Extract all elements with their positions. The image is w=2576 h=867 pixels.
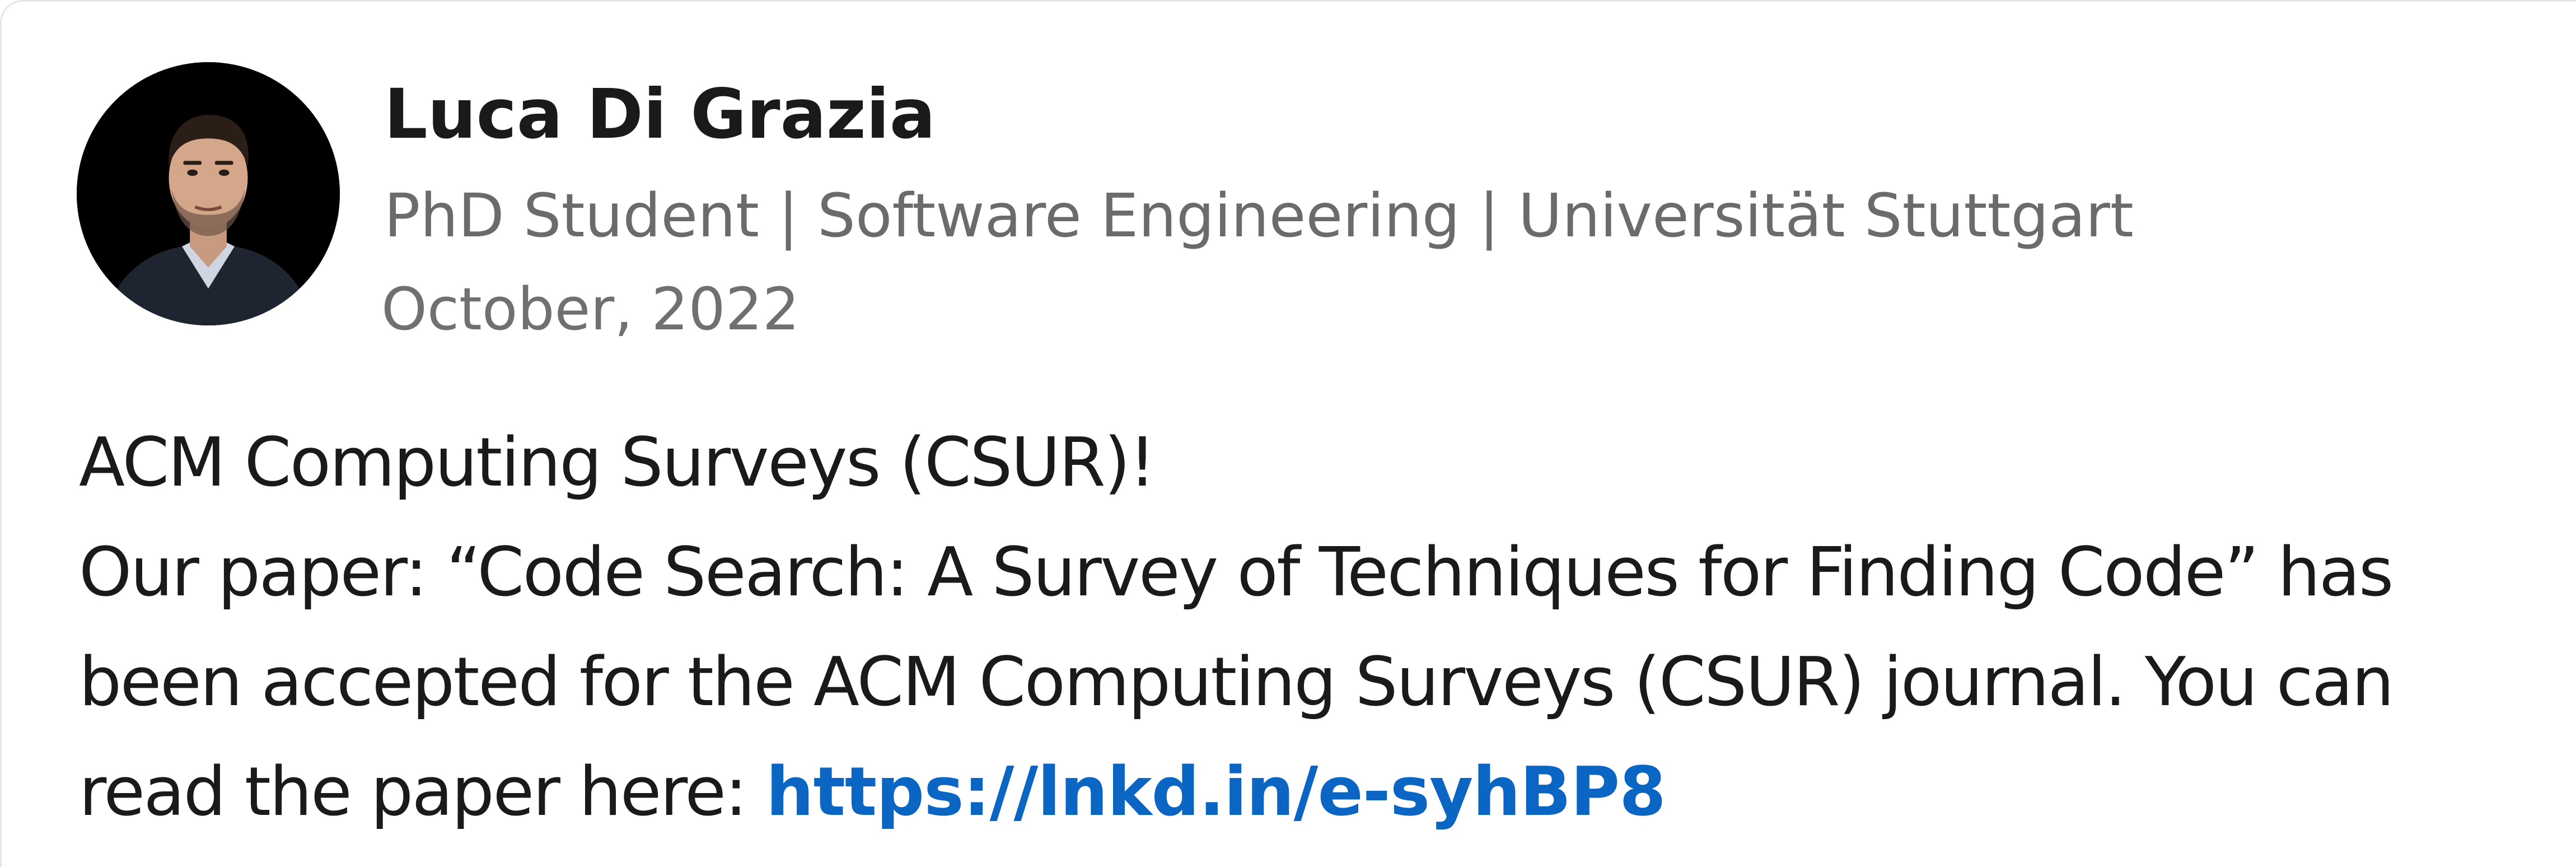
author-avatar[interactable] xyxy=(77,62,340,325)
post-body-line-last: read the paper here: https://lnkd.in/e-s… xyxy=(79,738,2554,847)
post-card: Luca Di Grazia PhD Student | Software En… xyxy=(0,0,2576,867)
profile-photo-icon xyxy=(77,62,340,325)
post-date: October, 2022 xyxy=(381,275,800,343)
author-name[interactable]: Luca Di Grazia xyxy=(384,80,936,148)
paper-link[interactable]: https://lnkd.in/e-syhBP8 xyxy=(766,753,1666,831)
post-body-text: read the paper here: xyxy=(79,753,766,831)
post-body-line: Our paper: “Code Search: A Survey of Tec… xyxy=(79,534,2393,612)
post-body-line: been accepted for the ACM Computing Surv… xyxy=(79,644,2394,721)
post-body: ACM Computing Surveys (CSUR)! Our paper:… xyxy=(79,408,2554,847)
author-headline: PhD Student | Software Engineering | Uni… xyxy=(384,181,2134,251)
post-body-line: ACM Computing Surveys (CSUR)! xyxy=(79,424,1156,502)
